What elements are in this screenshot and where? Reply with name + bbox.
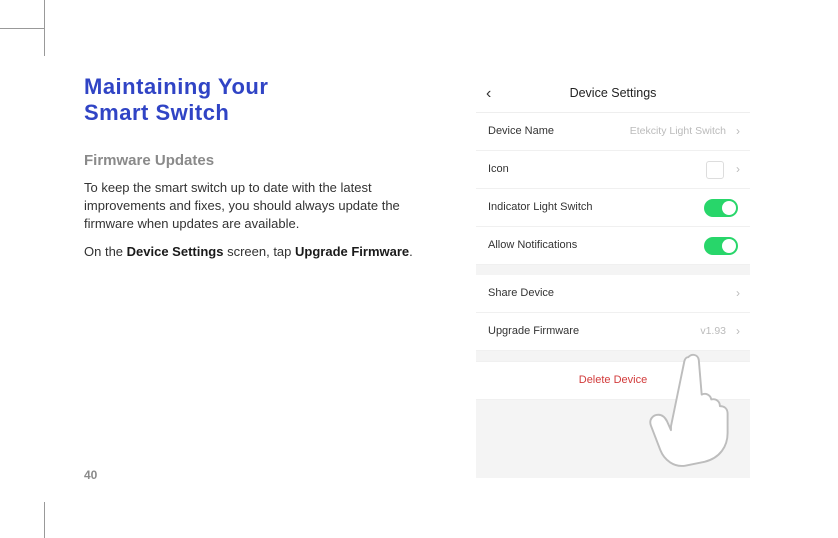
nav-bar: ‹ Device Settings <box>476 76 750 113</box>
section-gap <box>476 265 750 275</box>
icon-label: Icon <box>488 163 509 175</box>
crop-mark-horizontal <box>0 28 44 29</box>
title-line-1: Maintaining Your <box>84 74 268 99</box>
device-name-label: Device Name <box>488 125 554 137</box>
p2-b1: Device Settings <box>127 244 224 259</box>
chevron-right-icon: › <box>736 162 740 176</box>
title-line-2: Smart Switch <box>84 100 229 125</box>
firmware-label: Upgrade Firmware <box>488 325 579 337</box>
section-gap <box>476 351 750 361</box>
section-heading: Firmware Updates <box>84 152 434 169</box>
row-upgrade-firmware[interactable]: Upgrade Firmware v1.93 › <box>476 313 750 351</box>
page-number: 40 <box>84 468 97 482</box>
notifications-toggle[interactable] <box>704 237 738 255</box>
firmware-value: v1.93 <box>700 325 726 337</box>
crop-mark-vertical-bottom <box>44 502 45 538</box>
delete-device-button[interactable]: Delete Device <box>476 361 750 400</box>
page-title: Maintaining Your Smart Switch <box>84 74 434 126</box>
p2-c: screen, tap <box>223 244 295 259</box>
chevron-right-icon: › <box>736 124 740 138</box>
delete-label: Delete Device <box>579 374 647 386</box>
chevron-right-icon: › <box>736 324 740 338</box>
row-icon[interactable]: Icon › <box>476 151 750 189</box>
row-allow-notifications: Allow Notifications <box>476 227 750 265</box>
notifications-label: Allow Notifications <box>488 239 577 251</box>
text-column: Maintaining Your Smart Switch Firmware U… <box>84 74 434 261</box>
p2-e: . <box>409 244 413 259</box>
device-name-value: Etekcity Light Switch <box>630 125 726 137</box>
phone-screenshot: ‹ Device Settings Device Name Etekcity L… <box>476 76 750 478</box>
icon-thumbnail <box>706 161 724 179</box>
row-indicator-light: Indicator Light Switch <box>476 189 750 227</box>
indicator-light-label: Indicator Light Switch <box>488 201 593 213</box>
paragraph-1: To keep the smart switch up to date with… <box>84 179 434 233</box>
chevron-right-icon: › <box>736 286 740 300</box>
paragraph-2: On the Device Settings screen, tap Upgra… <box>84 243 434 261</box>
indicator-light-toggle[interactable] <box>704 199 738 217</box>
p2-b2: Upgrade Firmware <box>295 244 409 259</box>
crop-mark-vertical-top <box>44 0 45 56</box>
row-device-name[interactable]: Device Name Etekcity Light Switch › <box>476 113 750 151</box>
share-label: Share Device <box>488 287 554 299</box>
p2-a: On the <box>84 244 127 259</box>
nav-title: Device Settings <box>476 86 750 100</box>
row-share-device[interactable]: Share Device › <box>476 275 750 313</box>
